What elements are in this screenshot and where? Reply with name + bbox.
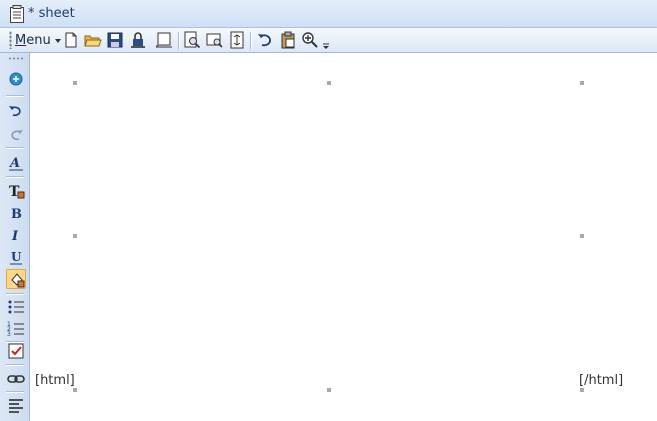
title-bar: * sheet <box>0 0 657 28</box>
text-style-icon: A <box>8 156 23 171</box>
fill-color-button[interactable] <box>6 269 26 289</box>
undo-button[interactable] <box>256 31 274 49</box>
html-open-tag: [html] <box>35 373 75 388</box>
chevron-down-icon <box>323 43 329 49</box>
format-sidebar: A T B I U 123 <box>0 53 30 421</box>
resize-handle-right[interactable] <box>580 234 584 238</box>
toolbar-separator <box>178 32 180 49</box>
document-icon <box>9 5 25 23</box>
lock-icon <box>131 32 145 48</box>
html-close-tag: [/html] <box>579 373 624 388</box>
link-button[interactable] <box>6 369 26 389</box>
resize-handle-top[interactable] <box>327 81 331 85</box>
bullet-list-icon <box>8 300 24 314</box>
save-button[interactable] <box>106 31 124 49</box>
add-circle-icon <box>9 72 23 86</box>
toolbar-separator <box>250 32 252 49</box>
print-preview-icon <box>184 31 201 49</box>
sidebar-separator <box>6 147 24 149</box>
resize-handle-bottom-right[interactable] <box>580 388 584 392</box>
menu-button[interactable]: Menu <box>15 32 61 49</box>
undo-tool-button[interactable] <box>6 101 26 121</box>
page-setup-button[interactable] <box>155 31 173 49</box>
new-page-icon <box>65 32 77 48</box>
sidebar-grip[interactable] <box>8 57 24 60</box>
bold-button[interactable]: B <box>6 203 26 223</box>
print-preview-button[interactable] <box>183 31 201 49</box>
menu-label: enu <box>26 33 51 48</box>
svg-text:3: 3 <box>7 331 11 338</box>
menu-mnemonic: M <box>15 33 27 48</box>
resize-handle-bottom-left[interactable] <box>73 388 77 392</box>
checkbox-button[interactable] <box>6 341 26 361</box>
fill-color-icon <box>11 273 25 288</box>
clipboard-icon <box>281 31 295 49</box>
paste-button[interactable] <box>279 31 297 49</box>
floppy-disk-icon <box>107 32 123 48</box>
page-setup-icon <box>155 32 172 48</box>
checkbox-icon <box>8 343 24 359</box>
fit-page-button[interactable] <box>228 31 246 49</box>
find-icon <box>206 33 223 48</box>
find-button[interactable] <box>206 31 224 49</box>
new-document-button[interactable] <box>62 31 80 49</box>
undo-icon <box>9 106 21 117</box>
sidebar-separator <box>6 95 24 97</box>
sidebar-separator <box>6 391 24 393</box>
undo-icon <box>258 34 271 47</box>
underline-icon: U <box>10 250 22 265</box>
text-color-button[interactable]: T <box>6 181 26 201</box>
bold-icon: B <box>11 207 22 222</box>
underline-button[interactable]: U <box>6 247 26 267</box>
bullet-list-button[interactable] <box>6 297 26 317</box>
svg-text:I: I <box>11 229 19 244</box>
svg-text:U: U <box>11 250 22 264</box>
link-icon <box>7 375 25 383</box>
add-button[interactable] <box>6 69 26 89</box>
lock-button[interactable] <box>129 31 147 49</box>
folder-open-icon <box>84 35 102 47</box>
sidebar-separator <box>6 176 24 178</box>
open-folder-button[interactable] <box>84 31 102 49</box>
align-left-icon <box>9 399 23 413</box>
sidebar-separator <box>6 293 24 295</box>
zoom-in-icon <box>302 32 318 48</box>
resize-handle-top-right[interactable] <box>580 81 584 85</box>
resize-handle-top-left[interactable] <box>73 81 77 85</box>
svg-text:A: A <box>8 156 20 171</box>
italic-icon: I <box>11 229 19 244</box>
sidebar-separator <box>6 364 24 366</box>
numbered-list-button[interactable]: 123 <box>6 319 26 339</box>
editor-canvas[interactable]: [html] [/html] <box>30 53 657 421</box>
svg-text:B: B <box>11 207 22 222</box>
main-toolbar: Menu <box>0 28 657 53</box>
numbered-list-icon: 123 <box>7 321 24 338</box>
chevron-down-icon <box>54 39 61 43</box>
text-color-icon: T <box>9 184 25 200</box>
redo-icon <box>11 130 23 141</box>
resize-handle-left[interactable] <box>73 234 77 238</box>
italic-button[interactable]: I <box>6 225 26 245</box>
redo-tool-button[interactable] <box>6 125 26 145</box>
fit-page-icon <box>230 31 244 49</box>
resize-handle-bottom[interactable] <box>327 388 331 392</box>
toolbar-overflow-button[interactable] <box>321 32 331 50</box>
align-left-button[interactable] <box>6 396 26 416</box>
zoom-button[interactable] <box>301 31 319 49</box>
toolbar-grip[interactable] <box>9 31 12 49</box>
window-title: * sheet <box>28 6 75 21</box>
text-style-button[interactable]: A <box>6 153 26 173</box>
